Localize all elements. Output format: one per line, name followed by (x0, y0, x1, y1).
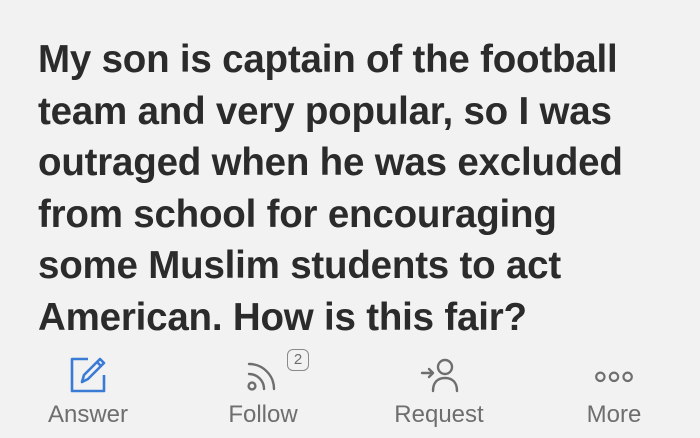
question-line: My son is captain of the football (38, 38, 618, 81)
request-person-icon (419, 355, 459, 395)
answer-label: Answer (47, 401, 129, 428)
more-dots-icon (594, 355, 634, 395)
more-button[interactable]: More (544, 352, 684, 438)
question-card: My son is captain of the football team a… (0, 0, 700, 438)
question-line: outraged when he was excluded (38, 141, 623, 184)
question-line: some Muslim students to act (38, 244, 561, 287)
follow-label: Follow (228, 401, 298, 428)
more-label: More (586, 401, 642, 428)
question-title[interactable]: My son is captain of the football team a… (38, 34, 678, 343)
follow-count-badge: 2 (287, 349, 309, 371)
action-bar: Answer 2 Follow Request More (0, 349, 700, 438)
pencil-square-icon (68, 355, 108, 395)
answer-button[interactable]: Answer (18, 352, 158, 438)
request-label: Request (394, 401, 484, 428)
rss-feed-icon: 2 (243, 349, 309, 395)
question-line: American. How is this fair? (38, 295, 527, 339)
question-line: from school for encouraging (38, 192, 557, 236)
question-line: team and very popular, so I was (38, 89, 612, 133)
request-button[interactable]: Request (369, 352, 509, 438)
follow-button[interactable]: 2 Follow (193, 349, 333, 438)
